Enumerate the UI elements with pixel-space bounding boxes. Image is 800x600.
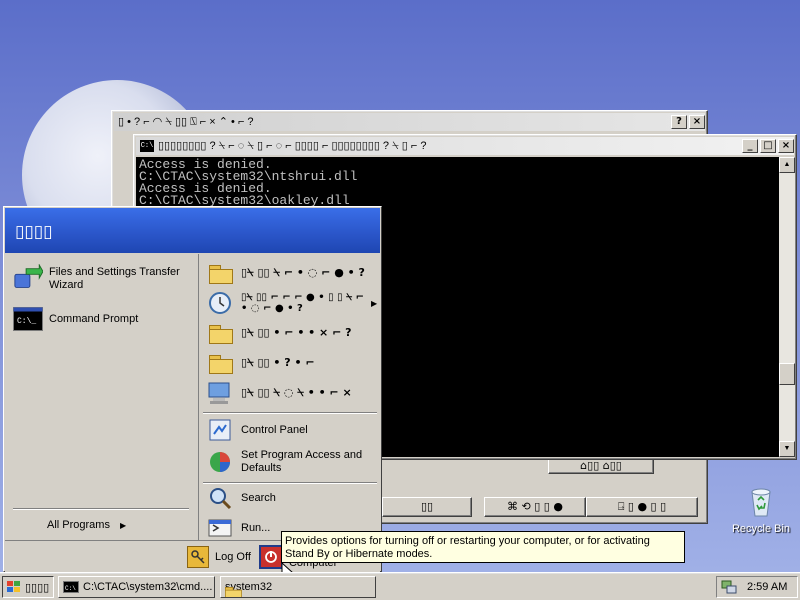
menu-item-label: ▯⍀ ▯▯ ⍀ ◌ ⍀ • • ⌐ × bbox=[241, 386, 352, 399]
log-off-button[interactable]: Log Off bbox=[187, 544, 251, 570]
taskbar-item-command-prompt[interactable]: C:\ C:\CTAC\system32\cmd.... bbox=[58, 576, 215, 598]
menu-item-label: Files and Settings Transfer Wizard bbox=[49, 266, 180, 291]
run-icon bbox=[205, 513, 235, 543]
menu-item-label: Search bbox=[241, 492, 276, 504]
my-pictures-icon bbox=[205, 318, 235, 348]
menu-item-transfer-wizard[interactable]: Files and Settings Transfer Wizard bbox=[13, 260, 193, 298]
console-titlebar[interactable]: C:\ ▯▯▯▯▯▯▯▯ ? ⍀ ⌐ ◌ ⍀ ▯ ⌐ ◌ ⌐ ▯▯▯▯ ⌐ ▯▯… bbox=[136, 137, 794, 155]
close-button[interactable]: × bbox=[778, 139, 794, 153]
start-menu-right-pane: ▯⍀ ▯▯ ⍀ ⌐ • ◌ ⌐ ● • ? ▯⍀ ▯▯ ⌐ ⌐ ⌐ ● • ▯ … bbox=[198, 254, 381, 540]
menu-item-my-documents[interactable]: ▯⍀ ▯▯ ⍀ ⌐ • ◌ ⌐ ● • ? bbox=[205, 258, 377, 288]
command-prompt-icon: C:\_ bbox=[13, 304, 43, 334]
network-icon[interactable] bbox=[721, 580, 737, 594]
start-menu-user-name: ▯▯▯▯ bbox=[5, 208, 380, 253]
windows-logo-icon bbox=[7, 581, 20, 592]
search-icon bbox=[205, 483, 235, 513]
menu-item-label: Run... bbox=[241, 522, 271, 534]
recycle-bin[interactable]: Recycle Bin bbox=[726, 484, 796, 540]
command-prompt-icon: C:\ bbox=[63, 581, 79, 593]
taskbar: ▯▯▯▯ C:\ C:\CTAC\system32\cmd.... system… bbox=[0, 572, 800, 600]
scroll-down-button[interactable]: ▼ bbox=[779, 441, 795, 457]
svg-text:C:\_: C:\_ bbox=[17, 317, 36, 326]
menu-item-my-pictures[interactable]: ▯⍀ ▯▯ • ⌐ • • × ⌐ ? bbox=[205, 318, 377, 348]
svg-text:C:\: C:\ bbox=[65, 585, 76, 592]
arrow-right-icon: ▶ bbox=[119, 520, 127, 530]
menu-item-my-computer[interactable]: ▯⍀ ▯▯ ⍀ ◌ ⍀ • • ⌐ × bbox=[205, 378, 377, 408]
back-window-title: ▯ • ? ⌐ ◠ ⍀ ▯▯ ⍂ ⌐ × ⌃ • ⌐ ? bbox=[118, 116, 254, 128]
start-menu[interactable]: ▯▯▯▯ Files and Settings Transfer Wizard … bbox=[3, 206, 382, 572]
recent-documents-icon bbox=[205, 288, 235, 318]
taskbar-item-system32[interactable]: system32 bbox=[220, 576, 376, 598]
menu-item-label: ▯⍀ ▯▯ ⍀ ⌐ • ◌ ⌐ ● • ? bbox=[241, 266, 365, 279]
menu-item-my-music[interactable]: ▯⍀ ▯▯ • ? • ⌐ bbox=[205, 348, 377, 378]
my-documents-icon bbox=[205, 258, 235, 288]
program-access-icon bbox=[205, 447, 235, 477]
clock[interactable]: 2:59 AM bbox=[747, 581, 787, 593]
menu-item-control-panel[interactable]: Control Panel bbox=[205, 416, 377, 444]
control-panel-icon bbox=[205, 415, 235, 445]
recycle-bin-icon bbox=[751, 488, 771, 517]
my-music-icon bbox=[205, 348, 235, 378]
all-programs-label: All Programs bbox=[47, 519, 110, 531]
right-pane-separator bbox=[203, 412, 377, 414]
transfer-wizard-icon bbox=[13, 264, 43, 294]
help-button[interactable]: ? bbox=[671, 115, 687, 129]
system-tray: 2:59 AM bbox=[716, 576, 798, 598]
scroll-thumb[interactable] bbox=[779, 363, 795, 385]
maximize-button[interactable]: □ bbox=[760, 139, 776, 153]
scroll-up-button[interactable]: ▲ bbox=[779, 157, 795, 173]
console-window-title: ▯▯▯▯▯▯▯▯ ? ⍀ ⌐ ◌ ⍀ ▯ ⌐ ◌ ⌐ ▯▯▯▯ ⌐ ▯▯▯▯▯▯… bbox=[158, 140, 427, 152]
menu-item-search[interactable]: Search bbox=[205, 484, 377, 512]
close-button[interactable]: × bbox=[689, 115, 705, 129]
menu-item-label: Command Prompt bbox=[49, 313, 139, 325]
start-button-label: ▯▯▯▯ bbox=[25, 580, 50, 594]
menu-item-label: Control Panel bbox=[241, 424, 308, 436]
menu-item-program-access[interactable]: Set Program Access and Defaults bbox=[205, 444, 377, 480]
back-window-titlebar[interactable]: ▯ • ? ⌐ ◠ ⍀ ▯▯ ⍂ ⌐ × ⌃ • ⌐ ? ? × bbox=[114, 113, 705, 131]
back-window-button-3[interactable]: ⌘ ⟲ ▯ ▯ ● bbox=[484, 497, 586, 517]
menu-item-recent-documents[interactable]: ▯⍀ ▯▯ ⌐ ⌐ ⌐ ● • ▯ ▯ ⍀ ⌐ • ◌ ⌐ ● • ? ▶ bbox=[205, 288, 381, 318]
recycle-bin-label: Recycle Bin bbox=[731, 523, 791, 535]
back-window-button-4[interactable]: ⍈ ▯ ● ▯ ▯ bbox=[586, 497, 698, 517]
submenu-arrow-icon: ▶ bbox=[371, 298, 378, 308]
back-window-button-2[interactable]: ▯▯ bbox=[382, 497, 472, 517]
menu-item-label: ▯⍀ ▯▯ ⌐ ⌐ ⌐ ● • ▯ ▯ ⍀ ⌐ • ◌ ⌐ ● • ? bbox=[241, 292, 364, 314]
taskbar-item-label: C:\CTAC\system32\cmd.... bbox=[83, 581, 213, 593]
power-icon bbox=[259, 545, 283, 569]
left-pane-separator bbox=[13, 508, 189, 510]
start-menu-left-pane: Files and Settings Transfer Wizard C:\_ … bbox=[5, 254, 197, 540]
log-off-icon bbox=[187, 546, 209, 568]
menu-item-label: ▯⍀ ▯▯ • ⌐ • • × ⌐ ? bbox=[241, 326, 352, 339]
my-computer-icon bbox=[205, 378, 235, 408]
menu-item-label: ▯⍀ ▯▯ • ? • ⌐ bbox=[241, 356, 315, 369]
console-scrollbar[interactable]: ▲ ▼ bbox=[779, 157, 795, 457]
all-programs-button[interactable]: All Programs ▶ bbox=[47, 516, 187, 534]
menu-item-label: Set Program Access and Defaults bbox=[241, 449, 363, 474]
log-off-label: Log Off bbox=[215, 551, 251, 563]
console-window-icon: C:\ bbox=[140, 140, 154, 152]
menu-item-command-prompt[interactable]: C:\_ Command Prompt bbox=[13, 302, 193, 336]
turn-off-tooltip: Provides options for turning off or rest… bbox=[281, 531, 685, 563]
start-button[interactable]: ▯▯▯▯ bbox=[2, 576, 54, 598]
minimize-button[interactable]: _ bbox=[742, 139, 758, 153]
